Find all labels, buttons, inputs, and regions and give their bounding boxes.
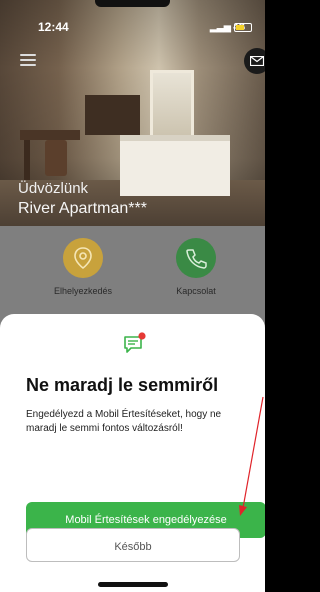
app-screen: 12:44 ▂▃▅ 4G Üdvözlünk River Apartman***…	[0, 0, 265, 592]
annotation-arrow	[239, 396, 264, 516]
